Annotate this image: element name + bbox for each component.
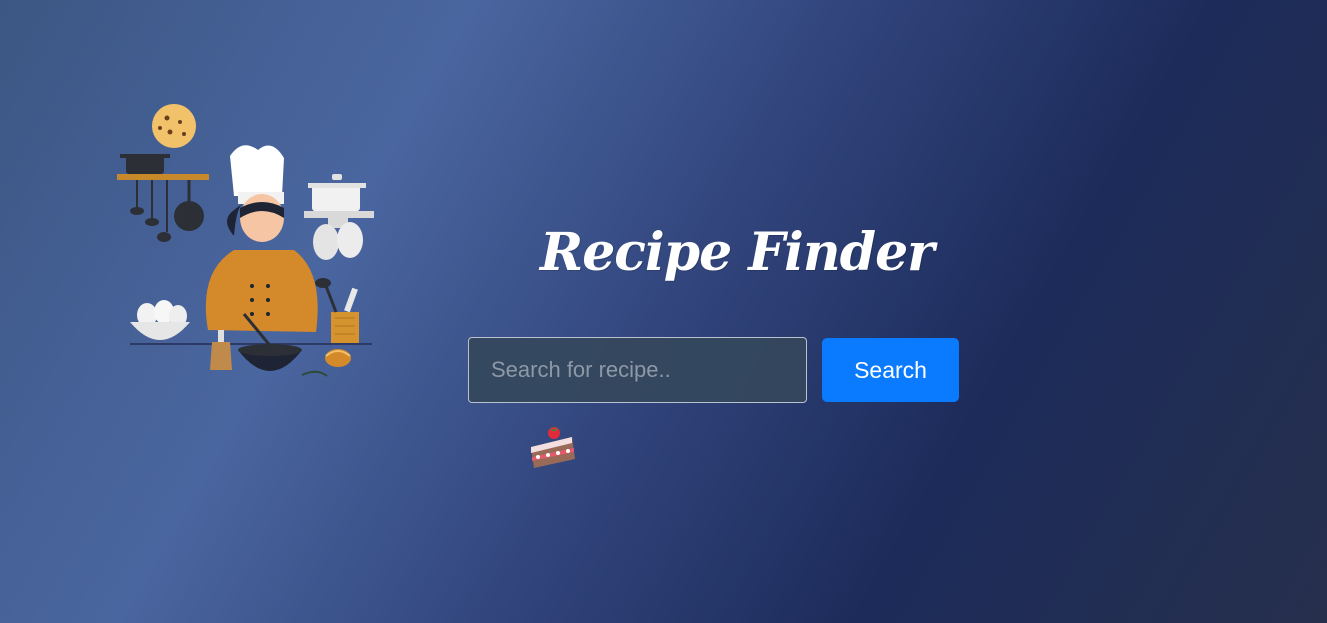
cookie-icon [152, 104, 196, 148]
strawberry-cake-icon [531, 427, 575, 468]
oil-bottle-icon [210, 330, 232, 370]
herb-icon [301, 370, 328, 377]
app-title: Recipe Finder [540, 222, 935, 283]
utensil-holder-icon [315, 278, 359, 344]
chef-figure [205, 145, 318, 332]
pot-icon [304, 174, 374, 228]
search-button[interactable]: Search [822, 338, 959, 402]
egg-bowl-icon [130, 300, 190, 340]
chef-illustration [117, 104, 374, 377]
pastry-icon [325, 349, 351, 367]
search-input[interactable] [468, 337, 807, 403]
utensil-shelf-icon [117, 154, 209, 242]
